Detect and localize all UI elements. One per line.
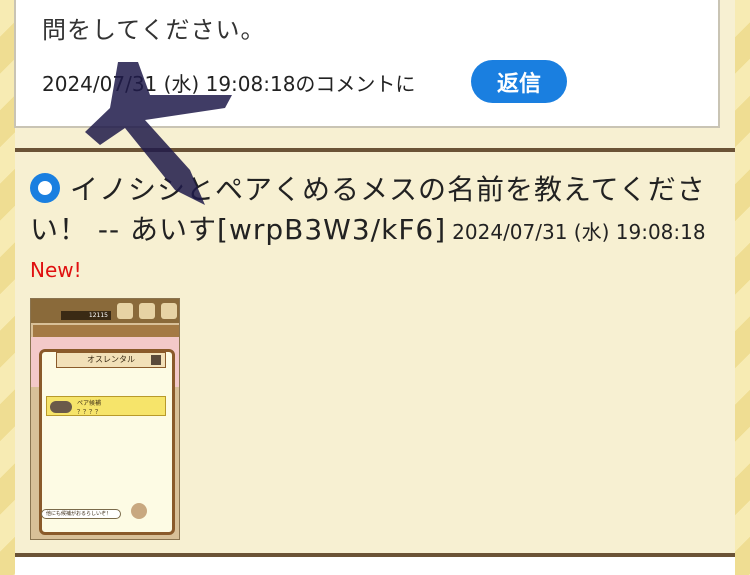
comment-timestamp: 2024/07/31 (水) 19:08:18	[42, 72, 296, 96]
reply-button[interactable]: 返信	[471, 60, 567, 103]
thumbnail-tabs	[33, 325, 179, 337]
previous-comment-text: 問をしてください。	[42, 16, 266, 44]
radio-icon[interactable]	[30, 173, 60, 203]
post-author: あいす[wrpB3W3/kF6]	[130, 213, 447, 246]
thumbnail-icon	[117, 303, 133, 319]
character-face-icon	[131, 503, 147, 519]
previous-comment-card: 問をしてください。 2024/07/31 (水) 19:08:18のコメントに …	[14, 0, 720, 128]
post-heading: イノシシとペアくめるメスの名前を教えてください！ -- あいす[wrpB3W3/…	[30, 170, 730, 252]
thumbnail-icon	[139, 303, 155, 319]
thumbnail-pair-value: ？？？？	[77, 409, 102, 416]
thumbnail-icon	[161, 303, 177, 319]
section-divider	[15, 148, 735, 152]
author-separator: --	[88, 213, 131, 246]
new-badge: New!	[30, 258, 82, 282]
comment-meta: 2024/07/31 (水) 19:08:18のコメントに	[42, 68, 415, 97]
thumbnail-pair-row: ペア候補 ？？？？	[46, 396, 166, 416]
thumbnail-speech-bubble: 他にも候補がおるらしいぞ！	[41, 509, 121, 519]
next-section	[15, 557, 735, 575]
close-icon	[151, 355, 161, 365]
boar-icon	[50, 401, 72, 413]
comment-suffix: のコメントに	[295, 72, 416, 96]
thumbnail-title-text: オスレンタル	[87, 355, 135, 364]
post-timestamp: 2024/07/31 (水) 19:08:18	[452, 220, 706, 244]
thumbnail-dialog: オスレンタル ペア候補 ？？？？	[39, 349, 175, 535]
thumbnail-pair-label: ペア候補	[77, 400, 102, 407]
thumbnail-money: 12115	[61, 311, 111, 320]
thumbnail-dialog-title: オスレンタル	[56, 352, 166, 368]
thumbnail-bubble-text: 他にも候補がおるらしいぞ！	[46, 511, 112, 517]
screenshot-thumbnail[interactable]: 12115 オスレンタル ペア候補 ？？？？ 他にも候補がおるらしいぞ！	[30, 298, 180, 540]
